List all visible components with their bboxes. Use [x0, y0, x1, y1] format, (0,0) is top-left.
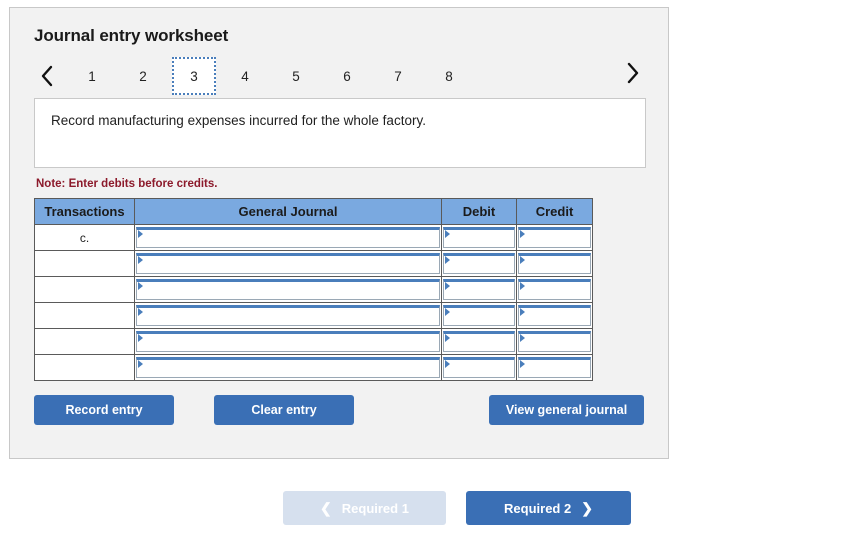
credit-input[interactable] — [518, 227, 591, 248]
tab-3[interactable]: 3 — [172, 57, 216, 95]
tab-5[interactable]: 5 — [274, 57, 318, 95]
credit-cell[interactable] — [516, 328, 593, 355]
tab-2[interactable]: 2 — [121, 57, 165, 95]
credit-input[interactable] — [518, 357, 591, 378]
transaction-label-cell: c. — [34, 224, 135, 251]
credit-input[interactable] — [518, 331, 591, 352]
chevron-left-icon[interactable] — [34, 61, 60, 91]
table-row — [34, 302, 593, 329]
debit-input[interactable] — [443, 305, 515, 326]
required-2-label: Required 2 — [504, 500, 572, 516]
general-journal-cell[interactable] — [134, 328, 442, 355]
credit-cell[interactable] — [516, 250, 593, 277]
account-select-input[interactable] — [136, 227, 440, 248]
required-2-button[interactable]: Required 2 ❯ — [466, 491, 631, 525]
tab-4[interactable]: 4 — [223, 57, 267, 95]
clear-entry-button[interactable]: Clear entry — [214, 395, 354, 425]
credit-input[interactable] — [518, 253, 591, 274]
transaction-label-cell — [34, 302, 135, 329]
debit-input[interactable] — [443, 331, 515, 352]
table-row — [34, 276, 593, 303]
transaction-description: Record manufacturing expenses incurred f… — [34, 98, 646, 168]
column-header-credit: Credit — [516, 198, 593, 225]
credit-cell[interactable] — [516, 276, 593, 303]
chevron-right-icon[interactable] — [620, 58, 646, 88]
debit-input[interactable] — [443, 357, 515, 378]
credit-cell[interactable] — [516, 302, 593, 329]
debits-before-credits-note: Note: Enter debits before credits. — [36, 178, 218, 190]
account-select-input[interactable] — [136, 305, 440, 326]
table-header-row: Transactions General Journal Debit Credi… — [34, 198, 593, 225]
worksheet-tabs: 1 2 3 4 5 6 7 8 — [70, 57, 478, 95]
record-entry-button[interactable]: Record entry — [34, 395, 174, 425]
journal-entry-table: Transactions General Journal Debit Credi… — [34, 198, 593, 381]
page-title: Journal entry worksheet — [34, 26, 229, 45]
tab-7[interactable]: 7 — [376, 57, 420, 95]
required-1-button[interactable]: ❮ Required 1 — [283, 491, 446, 525]
required-1-label: Required 1 — [341, 500, 409, 516]
tab-6[interactable]: 6 — [325, 57, 369, 95]
transaction-label-cell — [34, 328, 135, 355]
credit-input[interactable] — [518, 305, 591, 326]
transaction-label-cell — [34, 250, 135, 277]
table-row — [34, 354, 593, 381]
table-row: c. — [34, 224, 593, 251]
credit-cell[interactable] — [516, 354, 593, 381]
account-select-input[interactable] — [136, 279, 440, 300]
general-journal-cell[interactable] — [134, 354, 442, 381]
credit-input[interactable] — [518, 279, 591, 300]
credit-cell[interactable] — [516, 224, 593, 251]
view-general-journal-button[interactable]: View general journal — [489, 395, 644, 425]
debit-input[interactable] — [443, 279, 515, 300]
transaction-label-cell — [34, 276, 135, 303]
column-header-transactions: Transactions — [34, 198, 135, 225]
table-row — [34, 328, 593, 355]
debit-cell[interactable] — [441, 328, 517, 355]
account-select-input[interactable] — [136, 357, 440, 378]
general-journal-cell[interactable] — [134, 276, 442, 303]
required-navigation: ❮ Required 1 Required 2 ❯ — [283, 491, 631, 525]
column-header-general-journal: General Journal — [134, 198, 442, 225]
transaction-label: c. — [79, 230, 90, 245]
journal-entry-panel: Journal entry worksheet 1 2 3 4 5 6 7 8 — [9, 7, 669, 459]
account-select-input[interactable] — [136, 253, 440, 274]
debit-cell[interactable] — [441, 354, 517, 381]
general-journal-cell[interactable] — [134, 250, 442, 277]
table-row — [34, 250, 593, 277]
column-header-debit: Debit — [441, 198, 517, 225]
tab-8[interactable]: 8 — [427, 57, 471, 95]
entry-action-bar: Record entry Clear entry View general jo… — [34, 395, 646, 425]
account-select-input[interactable] — [136, 331, 440, 352]
transaction-label-cell — [34, 354, 135, 381]
debit-cell[interactable] — [441, 224, 517, 251]
debit-input[interactable] — [443, 253, 515, 274]
debit-cell[interactable] — [441, 276, 517, 303]
tab-1[interactable]: 1 — [70, 57, 114, 95]
chevron-left-icon: ❮ — [320, 500, 332, 516]
debit-input[interactable] — [443, 227, 515, 248]
general-journal-cell[interactable] — [134, 224, 442, 251]
chevron-right-icon: ❯ — [581, 500, 593, 516]
worksheet-tab-strip: 1 2 3 4 5 6 7 8 — [34, 56, 646, 96]
general-journal-cell[interactable] — [134, 302, 442, 329]
debit-cell[interactable] — [441, 302, 517, 329]
debit-cell[interactable] — [441, 250, 517, 277]
